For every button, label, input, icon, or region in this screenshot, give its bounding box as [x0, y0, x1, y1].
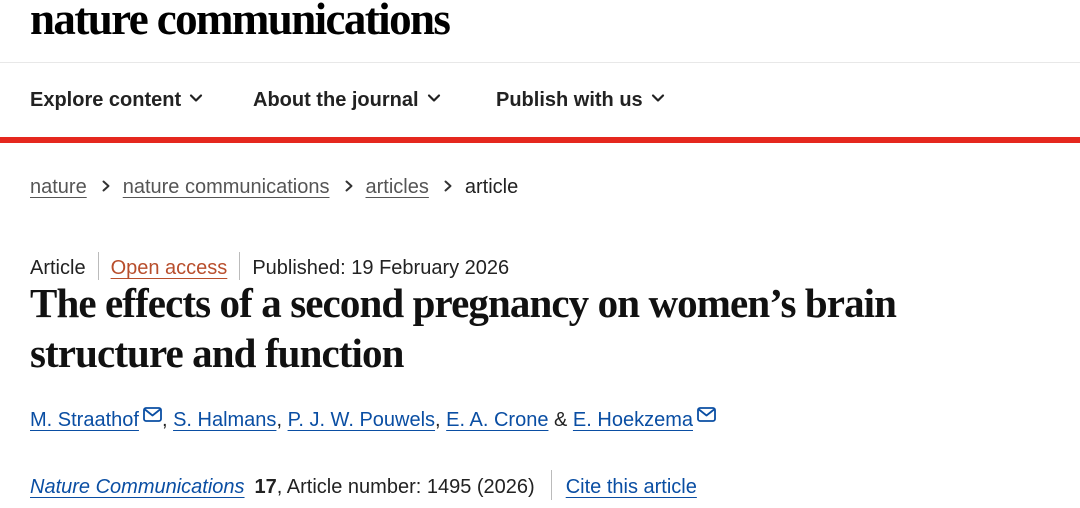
journal-logo[interactable]: nature communications: [30, 0, 451, 50]
volume-number: 17: [254, 476, 277, 498]
chevron-down-icon: [651, 94, 664, 102]
breadcrumb-current: article: [464, 176, 519, 198]
nav-explore-content[interactable]: Explore content: [30, 89, 203, 112]
nav-explore-content-label: Explore content: [30, 89, 182, 111]
breadcrumb: nature nature communications articles artic…: [30, 176, 518, 200]
breadcrumb-link-nature[interactable]: nature: [30, 176, 87, 198]
nav-publish-with-us[interactable]: Publish with us: [496, 89, 665, 112]
breadcrumb-link-nature-communications[interactable]: nature communications: [123, 176, 330, 198]
chevron-right-icon: [444, 180, 452, 192]
article-number: , Article number: 1495 (2026): [276, 476, 535, 498]
chevron-right-icon: [345, 180, 352, 192]
meta-divider: [97, 252, 99, 280]
header-accent-rule: [0, 137, 1080, 143]
mail-icon[interactable]: [143, 407, 162, 422]
author-link[interactable]: M. Straathof: [30, 409, 139, 431]
published-date: Published: 19 February 2026: [252, 257, 510, 279]
cite-this-article-link[interactable]: Cite this article: [566, 476, 697, 498]
author-separator: ,: [435, 409, 447, 431]
article-title: The effects of a second pregnancy on wom…: [30, 280, 897, 376]
meta-divider: [239, 252, 241, 280]
mail-icon[interactable]: [697, 407, 716, 422]
journal-link[interactable]: Nature Communications: [30, 476, 245, 498]
nav-about-the-journal[interactable]: About the journal: [253, 89, 441, 112]
citation-line: Nature Communications 17, Article number:…: [30, 470, 697, 500]
breadcrumb-link-articles[interactable]: articles: [366, 176, 429, 198]
citation-divider: [550, 470, 552, 500]
article-type: Article: [30, 257, 86, 279]
chevron-right-icon: [102, 180, 110, 192]
main-nav: Explore content About the journal Publis…: [0, 63, 1080, 137]
open-access-link[interactable]: Open access: [111, 257, 228, 279]
author-link[interactable]: E. Hoekzema: [573, 409, 693, 431]
author-link[interactable]: E. A. Crone: [446, 409, 548, 431]
chevron-down-icon: [427, 94, 440, 102]
author-and: &: [554, 409, 568, 431]
nav-about-the-journal-label: About the journal: [253, 89, 419, 111]
brand-bar: nature communications: [0, 0, 1080, 63]
article-meta: Article Open access Published: 19 February…: [30, 252, 509, 280]
author-link[interactable]: P. J. W. Pouwels: [288, 409, 435, 431]
nav-publish-with-us-label: Publish with us: [496, 89, 643, 111]
author-separator: ,: [161, 409, 174, 431]
author-list: M. Straathof, S. Halmans, P. J. W. Pouwe…: [30, 407, 716, 432]
author-separator: ,: [276, 409, 288, 431]
chevron-down-icon: [190, 94, 203, 102]
article-page: nature communications Explore content Ab…: [0, 0, 1080, 508]
author-link[interactable]: S. Halmans: [173, 409, 276, 431]
